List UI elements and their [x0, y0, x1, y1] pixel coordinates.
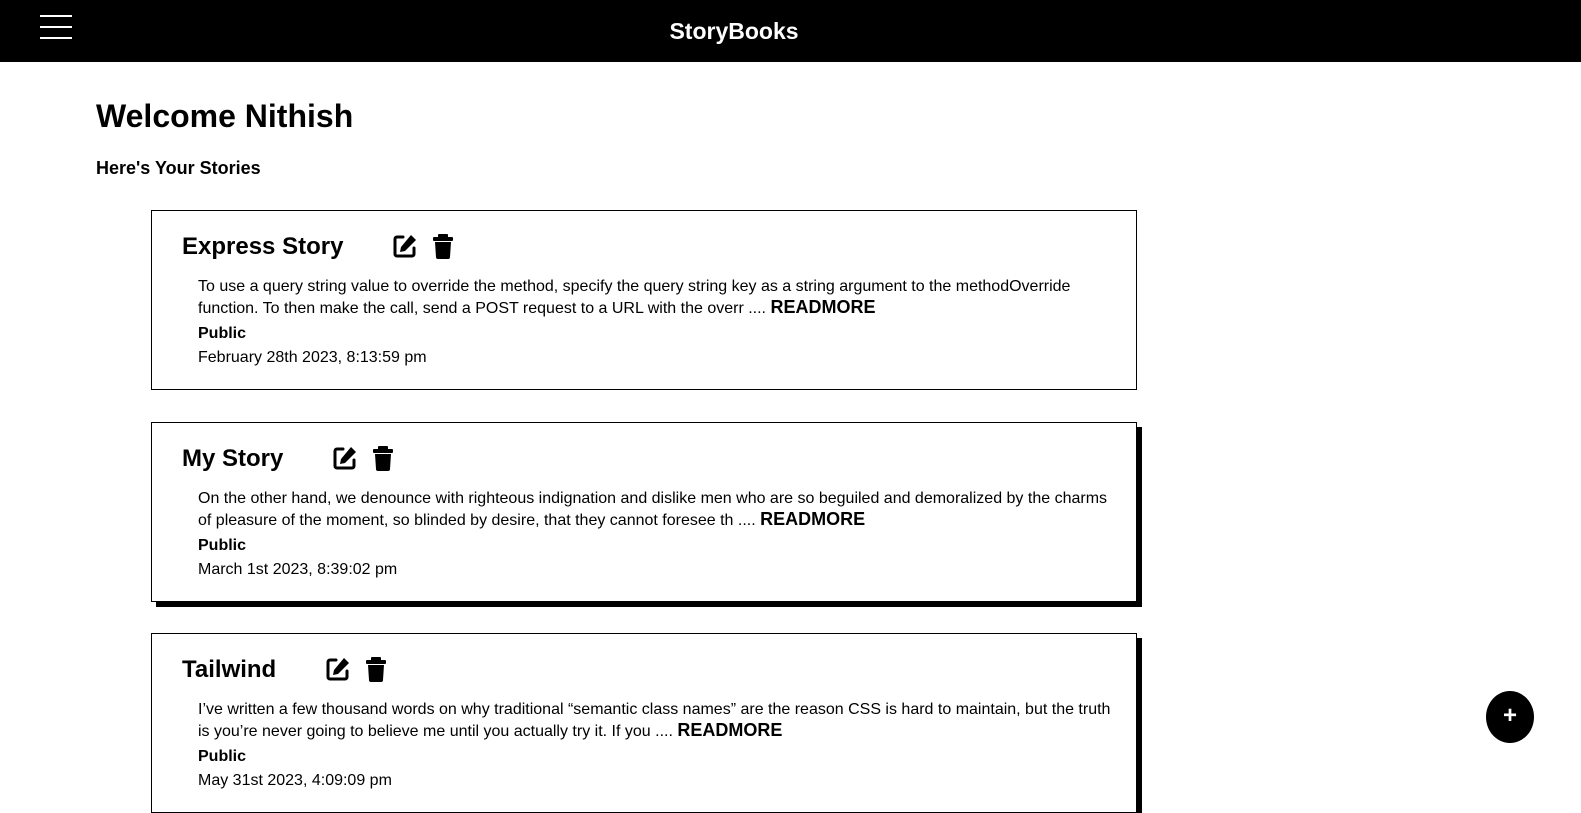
plus-icon: + — [1502, 702, 1517, 729]
readmore-link[interactable]: READMORE — [677, 720, 782, 740]
story-card: Express Story To use a query string valu… — [151, 210, 1137, 390]
story-date: February 28th 2023, 8:13:59 pm — [198, 349, 427, 366]
edit-icon[interactable] — [332, 445, 358, 471]
readmore-link[interactable]: READMORE — [770, 297, 875, 317]
story-excerpt-text: I’ve written a few thousand words on why… — [198, 701, 1111, 740]
trash-icon[interactable] — [363, 656, 389, 682]
story-excerpt-text: On the other hand, we denounce with righ… — [198, 490, 1108, 529]
story-card: My Story On the other hand, we denounce … — [151, 422, 1137, 602]
story-status: Public — [198, 537, 247, 554]
add-story-button[interactable]: + — [1486, 691, 1534, 743]
brand-title[interactable]: StoryBooks — [0, 0, 1468, 62]
story-status: Public — [198, 325, 247, 342]
story-excerpt: I’ve written a few thousand words on why… — [198, 699, 1118, 742]
readmore-link[interactable]: READMORE — [760, 509, 865, 529]
page-title: Welcome Nithish — [96, 98, 354, 134]
story-title: Tailwind — [182, 656, 277, 683]
trash-icon[interactable] — [430, 233, 456, 259]
top-navbar: StoryBooks — [0, 0, 1581, 62]
story-title: My Story — [182, 445, 284, 472]
page-subtitle: Here's Your Stories — [96, 158, 261, 178]
trash-icon[interactable] — [370, 445, 396, 471]
story-title: Express Story — [182, 233, 344, 260]
story-excerpt-text: To use a query string value to override … — [198, 278, 1071, 317]
story-status: Public — [198, 748, 247, 765]
story-date: May 31st 2023, 4:09:09 pm — [198, 772, 392, 789]
story-date: March 1st 2023, 8:39:02 pm — [198, 561, 398, 578]
edit-icon[interactable] — [325, 656, 351, 682]
story-card: Tailwind I’ve written a few thousand wor… — [151, 633, 1137, 813]
story-excerpt: On the other hand, we denounce with righ… — [198, 488, 1118, 531]
story-excerpt: To use a query string value to override … — [198, 276, 1118, 319]
edit-icon[interactable] — [392, 233, 418, 259]
